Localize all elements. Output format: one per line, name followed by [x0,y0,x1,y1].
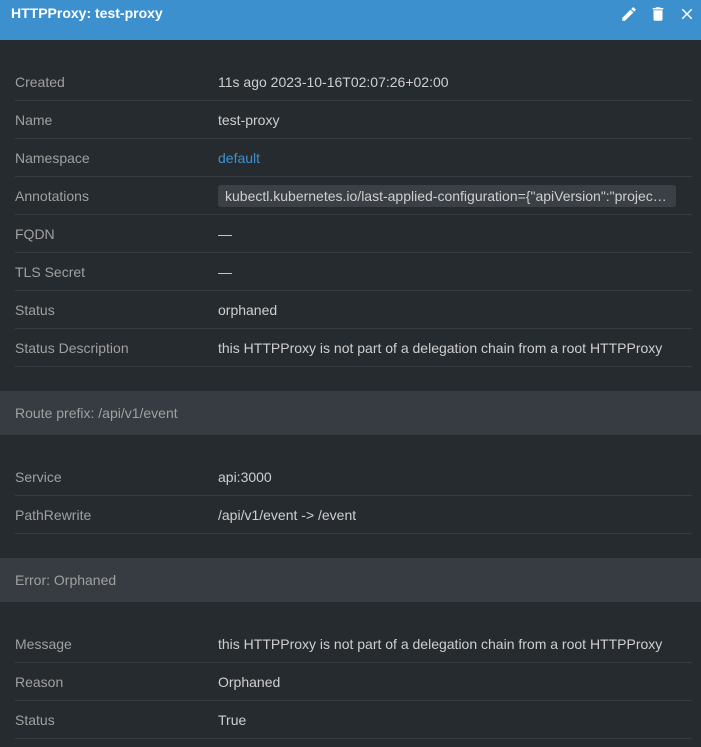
detail-row-tls-secret: TLS Secret — [15,253,692,291]
reason-value: Orphaned [218,674,281,690]
delete-button[interactable] [643,0,672,28]
tls-secret-value: — [218,264,232,280]
namespace-link[interactable]: default [218,139,692,177]
detail-label: Status [15,302,55,318]
detail-row-name: Name test-proxy [15,101,692,139]
message-value: this HTTPProxy is not part of a delegati… [218,636,663,652]
detail-row-error-status: Status True [15,701,692,739]
detail-label: Namespace [15,150,90,166]
route-prefix-header: Route prefix: /api/v1/event [0,391,701,435]
annotation-chip[interactable]: kubectl.kubernetes.io/last-applied-confi… [218,185,676,207]
detail-label: Created [15,74,65,90]
trash-icon [652,7,663,21]
detail-label: Status Description [15,340,129,356]
close-icon [681,8,692,20]
name-value: test-proxy [218,112,280,128]
detail-row-reason: Reason Orphaned [15,663,692,701]
detail-row-service: Service api:3000 [15,458,692,496]
header-actions [614,0,701,28]
detail-label: Name [15,112,53,128]
status-description-value: this HTTPProxy is not part of a delegati… [218,340,663,356]
drawer-header: HTTPProxy: test-proxy [0,0,701,40]
status-value: orphaned [218,302,278,318]
pencil-icon [621,7,636,21]
detail-label: TLS Secret [15,264,86,280]
detail-label: Message [15,636,72,652]
detail-row-annotations: Annotations kubectl.kubernetes.io/last-a… [15,177,692,215]
service-value: api:3000 [218,469,272,485]
detail-row-fqdn: FQDN — [15,215,692,253]
detail-row-created: Created 11s ago 2023-10-16T02:07:26+02:0… [15,63,692,101]
detail-row-message: Message this HTTPProxy is not part of a … [15,625,692,663]
path-rewrite-value: /api/v1/event -> /event [218,507,357,523]
created-value: 11s ago 2023-10-16T02:07:26+02:00 [218,74,449,90]
detail-row-path-rewrite: PathRewrite /api/v1/event -> /event [15,496,692,534]
detail-row-status: Status orphaned [15,291,692,329]
route-section: Service api:3000 PathRewrite /api/v1/eve… [0,435,701,534]
detail-label: Service [15,469,62,485]
detail-label: Status [15,712,55,728]
annotations-value: kubectl.kubernetes.io/last-applied-confi… [218,177,692,215]
detail-label: PathRewrite [15,507,92,523]
drawer-content: Created 11s ago 2023-10-16T02:07:26+02:0… [0,40,701,739]
error-status-value: True [218,712,247,728]
error-header: Error: Orphaned [0,558,701,602]
detail-label: FQDN [15,226,55,242]
details-section: Created 11s ago 2023-10-16T02:07:26+02:0… [0,40,701,367]
edit-button[interactable] [614,0,643,28]
detail-label: Annotations [15,188,89,204]
detail-row-namespace: Namespace default [15,139,692,177]
error-section: Message this HTTPProxy is not part of a … [0,602,701,739]
fqdn-value: — [218,226,232,242]
detail-row-status-description: Status Description this HTTPProxy is not… [15,329,692,367]
close-button[interactable] [672,0,701,28]
drawer-title: HTTPProxy: test-proxy [11,5,163,21]
detail-label: Reason [15,674,64,690]
